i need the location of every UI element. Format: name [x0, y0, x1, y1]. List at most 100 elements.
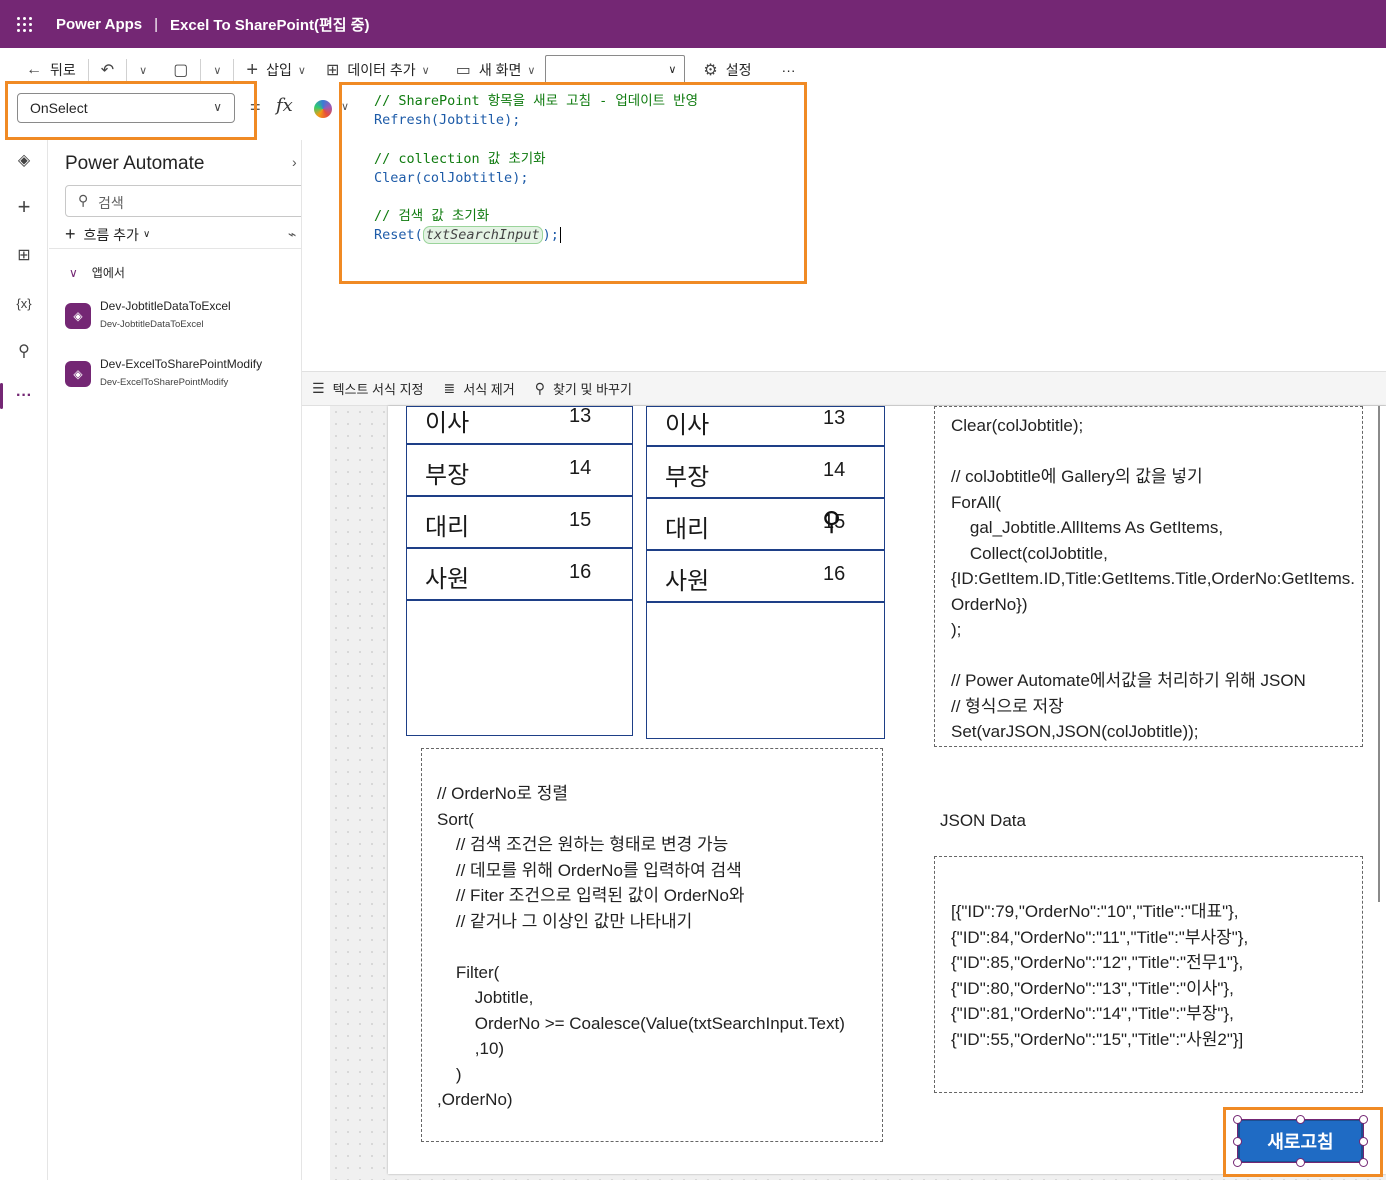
app-name: Power Apps — [56, 15, 143, 33]
pane-title: Power Automate — [65, 153, 205, 174]
table-icon: ⊞ — [17, 247, 31, 264]
undo-icon: ↶ — [100, 62, 115, 79]
gallery-order: 14 — [569, 457, 592, 479]
gallery-row[interactable]: 대리 15 — [407, 497, 632, 549]
gallery-order: 13 — [569, 405, 592, 427]
pane-search-input[interactable]: ⚲ 검색 — [65, 185, 301, 217]
insert-label: 삽입 — [266, 62, 292, 78]
search-placeholder: 검색 — [98, 195, 124, 211]
section-label: 앱에서 — [91, 266, 125, 280]
plus-icon: + — [17, 194, 31, 219]
flow-item[interactable]: ◈ Dev-JobtitleDataToExcel Dev-JobtitleDa… — [65, 297, 295, 341]
gallery-row[interactable]: 대리 15 — [647, 499, 884, 551]
highlight-refresh-button — [1223, 1107, 1383, 1177]
divider — [87, 59, 89, 81]
gallery-jobtitle-left[interactable]: 이사 13 부장 14 대리 15 사원 16 — [406, 405, 633, 736]
gallery-title: 이사 — [665, 412, 710, 439]
section-header-in-app[interactable]: ∨ 앱에서 — [69, 264, 125, 281]
variables-icon: {x} — [16, 295, 32, 311]
divider — [49, 248, 301, 249]
add-flow-button[interactable]: + 흐름 추가 ∨ — [65, 224, 150, 245]
settings-label: 설정 — [725, 62, 752, 78]
power-automate-pane: Power Automate › ⚲ 검색 + 흐름 추가 ∨ ⌁ ∨ 앱에서 … — [49, 140, 302, 1180]
search-icon: ⚲ — [822, 506, 842, 536]
gallery-order: 16 — [823, 563, 846, 585]
gallery-row[interactable]: 사원 16 — [647, 551, 884, 603]
chevron-down-icon: ∨ — [142, 229, 151, 240]
title-bar: Power Apps | Excel To SharePoint(편집 중) — [0, 0, 1386, 48]
gallery-jobtitle-right[interactable]: 이사 13 부장 14 대리 15 사원 16 — [646, 406, 885, 739]
gallery-title: 부장 — [665, 464, 710, 491]
json-data-label: JSON Data — [940, 811, 1026, 830]
chevron-down-icon: ∨ — [527, 64, 536, 77]
json-data-text: [{"ID":79,"OrderNo":"10","Title":"대표"}, … — [951, 902, 1249, 1049]
more-rail-button[interactable]: ··· — [0, 376, 48, 416]
flow-name: Dev-ExcelToSharePointModify — [100, 357, 263, 371]
add-flow-label: 흐름 추가 — [83, 226, 139, 243]
search-icon: ⚲ — [18, 343, 30, 360]
gallery-title: 이사 — [425, 410, 470, 437]
new-screen-icon: ▭ — [455, 62, 471, 79]
gallery-row[interactable]: 이사 13 — [647, 395, 884, 447]
gallery-order: 14 — [823, 459, 846, 481]
divider — [126, 59, 128, 81]
chevron-down-icon: ∨ — [421, 64, 430, 77]
clipboard-icon: ▢ — [173, 62, 189, 79]
gallery-order: 16 — [569, 561, 592, 583]
flow-name: Dev-JobtitleDataToExcel — [100, 299, 231, 313]
arrow-left-icon: ← — [26, 61, 42, 78]
chevron-down-icon: ∨ — [213, 64, 222, 77]
data-rail-button[interactable]: ⊞ — [0, 235, 48, 275]
code-label-text: Clear(colJobtitle); // colJobtitle에 Gall… — [951, 416, 1356, 741]
gallery-order: 15 — [569, 509, 592, 531]
gallery-order: 13 — [823, 407, 846, 429]
broom-icon[interactable]: ⌁ — [288, 226, 296, 243]
gallery-title: 대리 — [665, 516, 710, 543]
chevron-right-icon[interactable]: › — [292, 154, 297, 170]
more-icon: ··· — [781, 62, 796, 78]
chevron-down-icon: ∨ — [297, 64, 306, 77]
gallery-title: 대리 — [425, 514, 470, 541]
json-data-box[interactable]: [{"ID":79,"OrderNo":"10","Title":"대표"}, … — [934, 856, 1363, 1093]
copilot-icon[interactable] — [314, 100, 332, 118]
divider — [200, 59, 202, 81]
gallery-title: 사원 — [665, 568, 710, 595]
plus-icon: + — [246, 58, 259, 81]
gear-icon: ⚙ — [703, 62, 718, 79]
flow-item[interactable]: ◈ Dev-ExcelToSharePointModify Dev-ExcelT… — [65, 355, 295, 399]
layers-icon: ◈ — [17, 152, 31, 169]
app-launcher-icon[interactable] — [0, 0, 48, 48]
power-automate-icon: ◈ — [65, 361, 91, 387]
code-label-sort[interactable]: // OrderNo로 정렬 Sort( // 검색 조건은 원하는 형태로 변… — [421, 748, 883, 1142]
power-automate-icon: ◈ — [65, 303, 91, 329]
code-label-text: // OrderNo로 정렬 Sort( // 검색 조건은 원하는 형태로 변… — [437, 784, 845, 1109]
title-separator: | — [154, 15, 159, 33]
gallery-row[interactable]: 부장 14 — [647, 447, 884, 499]
highlight-property-dropdown — [5, 81, 257, 140]
new-screen-label: 새 화면 — [478, 62, 522, 78]
gallery-row[interactable]: 부장 14 — [407, 445, 632, 497]
search-rail-button[interactable]: ⚲ — [0, 331, 48, 371]
active-indicator — [0, 383, 3, 409]
fx-icon: fx — [276, 95, 293, 116]
flow-subtitle: Dev-ExcelToSharePointModify — [100, 377, 229, 388]
document-title: Excel To SharePoint(편집 중) — [170, 16, 370, 34]
code-label-collect[interactable]: Clear(colJobtitle); // colJobtitle에 Gall… — [934, 406, 1363, 747]
back-label: 뒤로 — [50, 62, 76, 78]
variables-rail-button[interactable]: {x} — [0, 283, 48, 323]
highlight-formula — [339, 82, 807, 284]
gallery-row[interactable]: 사원 16 — [407, 549, 632, 601]
tree-view-button[interactable]: ◈ — [0, 140, 48, 180]
format-text-icon: ☰ — [312, 380, 325, 396]
left-nav-rail: ◈ + ⊞ {x} ⚲ ··· — [0, 140, 48, 1180]
plus-icon: + — [65, 224, 76, 244]
table-add-icon: ⊞ — [325, 62, 340, 79]
gallery-row[interactable]: 이사 13 — [407, 393, 632, 445]
divider — [1378, 406, 1380, 902]
screen-selector-dropdown[interactable]: ∨ — [545, 55, 686, 85]
gallery-title: 부장 — [425, 462, 470, 489]
chevron-down-icon: ∨ — [139, 64, 148, 77]
insert-rail-button[interactable]: + — [0, 187, 48, 227]
more-icon: ··· — [16, 387, 32, 404]
chevron-down-icon: ∨ — [69, 265, 78, 280]
